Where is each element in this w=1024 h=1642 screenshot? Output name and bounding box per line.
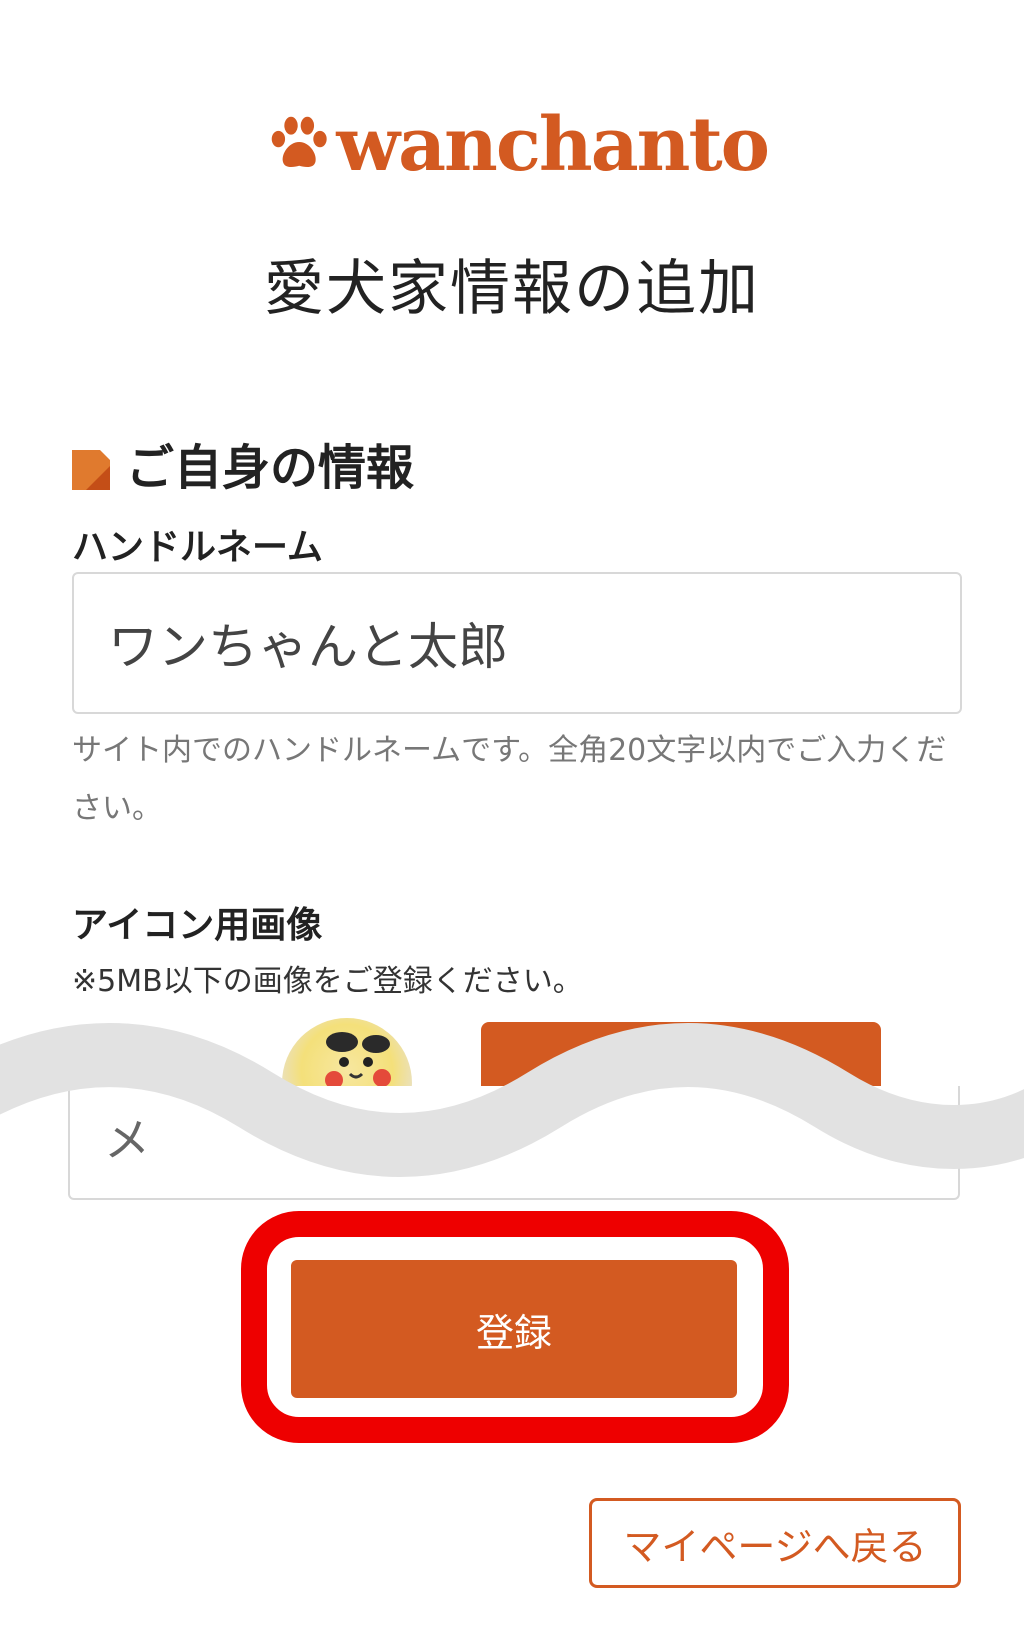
- section-title: ご自身の情報: [126, 440, 415, 496]
- submit-button[interactable]: 登録: [291, 1260, 737, 1398]
- edit-icon: [72, 450, 110, 490]
- brand-logo: wanchanto: [268, 100, 770, 190]
- handle-name-help: サイト内でのハンドルネームです。全角20文字以内でご入力ください。: [72, 733, 947, 826]
- handle-name-input[interactable]: ワンちゃんと太郎: [72, 572, 962, 714]
- section-header: ご自身の情報: [72, 428, 414, 498]
- icon-image-label: アイコン用画像: [72, 905, 323, 946]
- wave-divider: [0, 1023, 1024, 1177]
- paw-icon: [271, 116, 327, 168]
- back-to-mypage-button[interactable]: マイページへ戻る: [589, 1498, 961, 1588]
- page-title: 愛犬家情報の追加: [264, 254, 760, 324]
- icon-image-note: ※5MB以下の画像をご登録ください。: [72, 964, 583, 999]
- handle-name-label: ハンドルネーム: [72, 527, 323, 568]
- handle-name-value: ワンちゃんと太郎: [108, 618, 508, 676]
- brand-name: wanchanto: [336, 102, 770, 188]
